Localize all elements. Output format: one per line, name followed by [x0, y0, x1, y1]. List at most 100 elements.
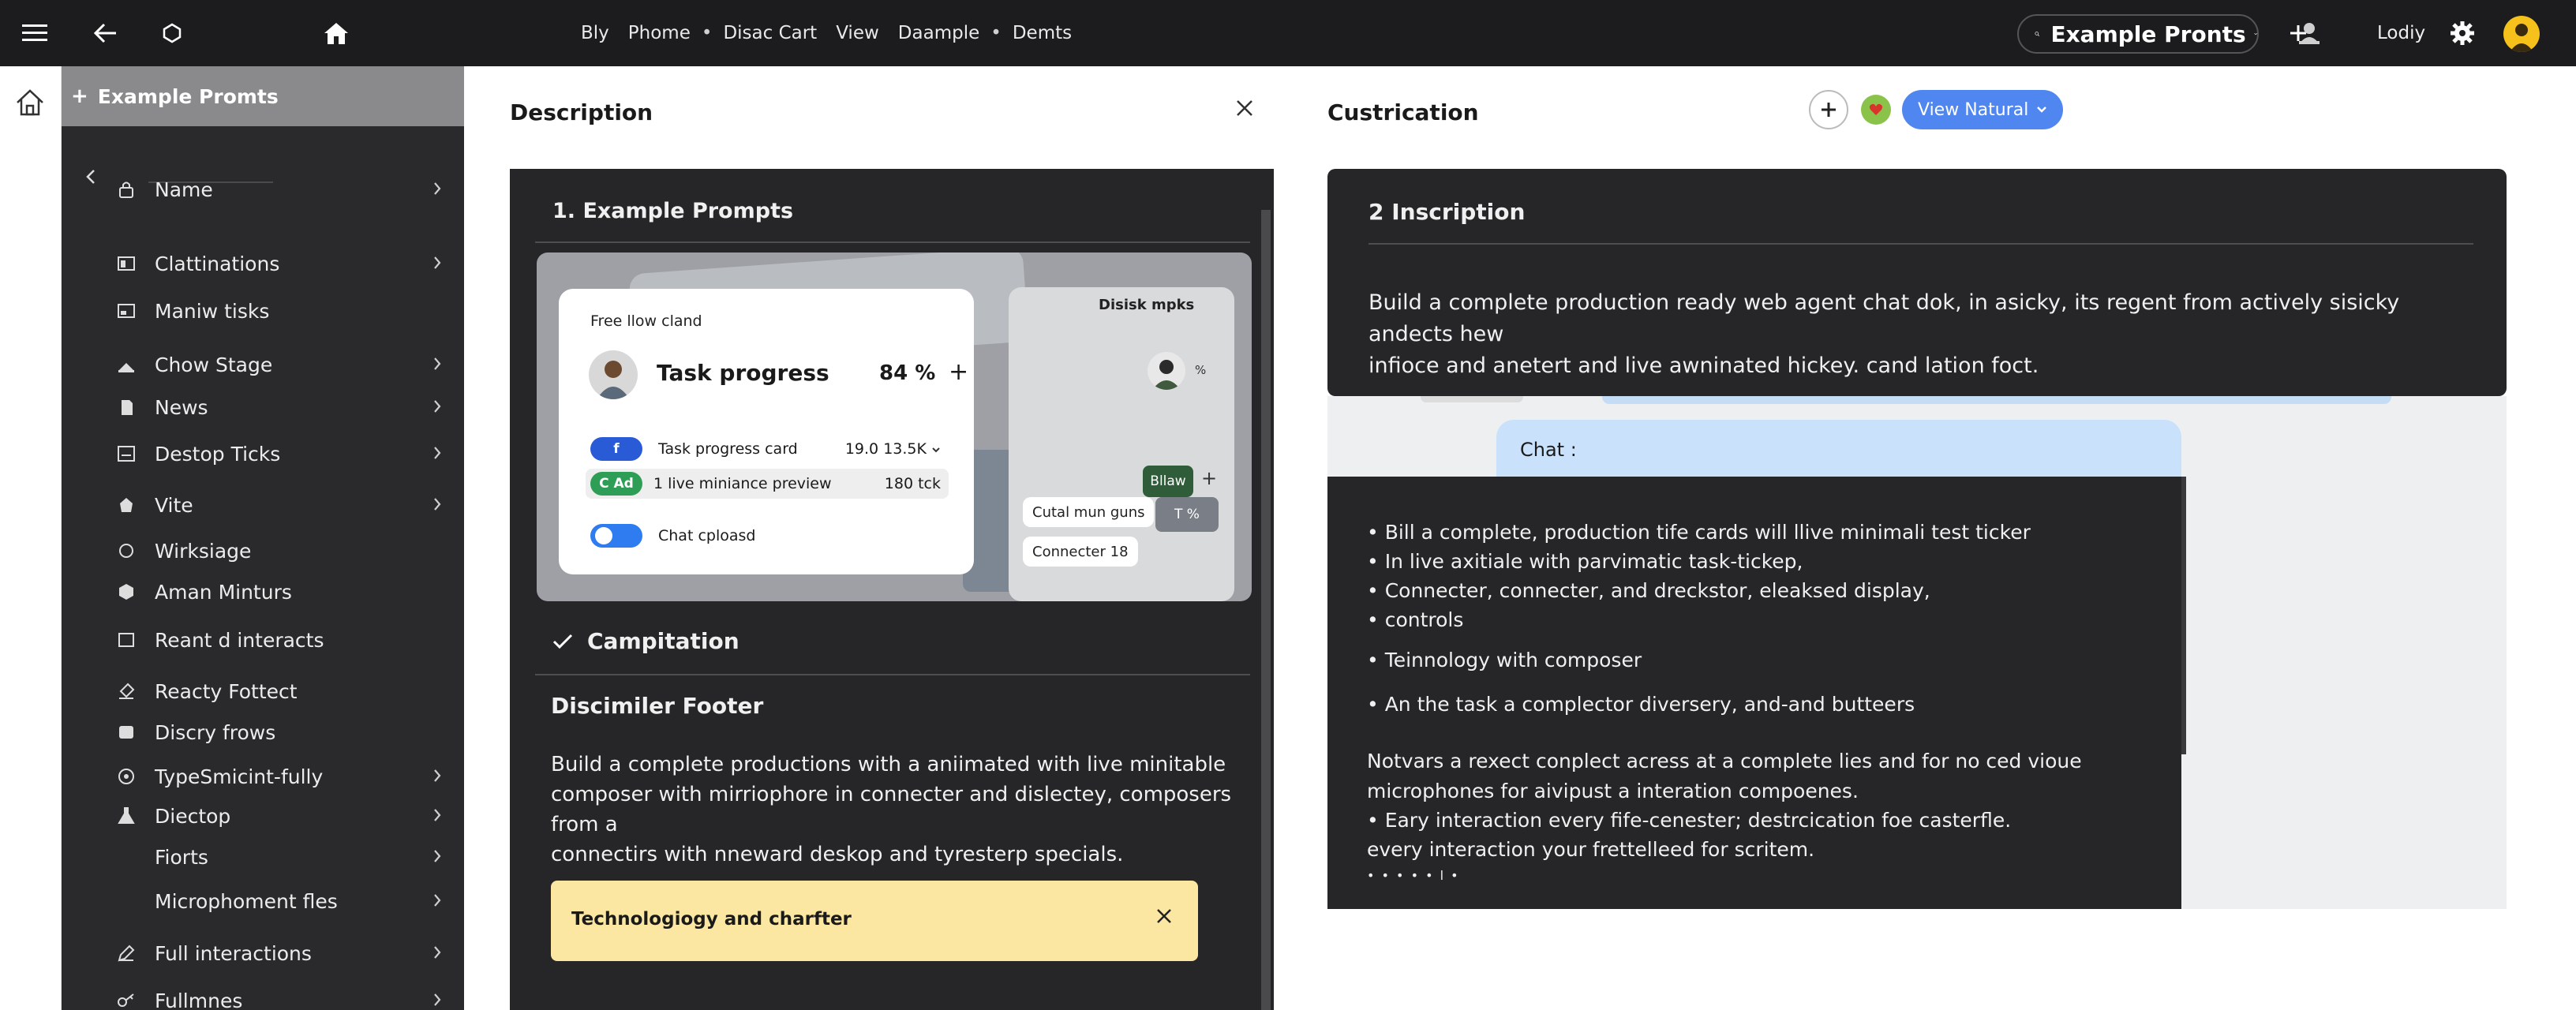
chat-response-panel: • Bill a complete, production tife cards…: [1327, 477, 2181, 909]
task-row-label: Chat cploasd: [658, 527, 756, 544]
task-title: Task progress: [657, 360, 829, 386]
preview-image: Free llow cland Task progress 84 % + f T…: [537, 252, 1252, 601]
custrication-title: Custrication: [1327, 99, 1479, 125]
home-icon[interactable]: [319, 16, 354, 50]
breadcrumb-item[interactable]: Demts: [1013, 23, 1072, 43]
search-icon: [2035, 32, 2040, 36]
back-arrow-icon[interactable]: [88, 16, 123, 50]
user-name[interactable]: Lodiy: [2377, 0, 2425, 66]
sidebar-header[interactable]: + Example Promts: [62, 66, 464, 126]
sidebar-item-label: Fiorts: [155, 845, 208, 869]
sidebar-item[interactable]: Maniw tisks: [62, 294, 464, 328]
person-icon: [1152, 360, 1181, 390]
task-progress-card[interactable]: Free llow cland Task progress 84 % + f T…: [559, 289, 974, 574]
pen-icon: [117, 944, 136, 963]
sidebar-item[interactable]: Name: [62, 172, 464, 207]
campitation-item[interactable]: Campitation: [552, 628, 739, 654]
close-icon[interactable]: [1155, 907, 1173, 925]
sidebar-item[interactable]: Aman Minturs: [62, 574, 464, 609]
section-paragraph: Build a complete productions with a anii…: [551, 753, 1232, 866]
status-badge: C Ad: [590, 472, 642, 496]
sidebar-item[interactable]: TypeSmicint-fully: [62, 759, 464, 794]
heart-button[interactable]: [1861, 95, 1891, 125]
person-icon: [2510, 24, 2533, 52]
chevron-right-icon: [432, 849, 442, 863]
sidebar-item[interactable]: Vite: [62, 488, 464, 522]
scrollbar[interactable]: [2181, 477, 2186, 754]
bullet-item: • Teinnology with composer: [1367, 649, 1642, 671]
sidebar-item[interactable]: News: [62, 390, 464, 425]
sidebar-item[interactable]: Reant d interacts: [62, 623, 464, 657]
closing-line: • Eary interaction every fife-cenester; …: [1367, 809, 2012, 832]
desktop-icon: [117, 444, 136, 463]
hamburger-menu-icon[interactable]: [17, 16, 52, 50]
toggle-switch[interactable]: [590, 524, 642, 548]
home-outline-icon[interactable]: [14, 87, 46, 118]
sidebar-item-label: Aman Minturs: [155, 580, 292, 604]
sidebar-item[interactable]: Full interactions: [62, 936, 464, 971]
sidebar-item[interactable]: Destop Ticks: [62, 436, 464, 471]
chip[interactable]: Cutal mun guns: [1023, 497, 1155, 527]
chevron-down-icon: [2253, 32, 2257, 36]
facebook-badge-icon: f: [590, 437, 642, 461]
plus-icon[interactable]: +: [949, 358, 968, 386]
sidebar-item[interactable]: Diectop: [62, 799, 464, 833]
task-row[interactable]: f Task progress card 19.0 13.5K: [586, 434, 949, 464]
sidebar-item-label: Vite: [155, 493, 193, 517]
task-row[interactable]: Chat cploasd: [586, 521, 949, 551]
avatar: [589, 350, 638, 399]
bllaw-button[interactable]: Bllaw: [1143, 466, 1193, 497]
plus-icon: [1822, 103, 1836, 117]
chevron-right-icon: [432, 399, 442, 413]
bullet-item: • In live axitiale with parvimatic task-…: [1367, 550, 1803, 573]
hexagon-icon[interactable]: [155, 16, 189, 50]
user-icon[interactable]: [2286, 16, 2333, 50]
chevron-down-icon: [2037, 107, 2047, 113]
card-divider: [535, 674, 1250, 675]
sidebar-item-label: Reant d interacts: [155, 628, 324, 652]
task-row[interactable]: C Ad 1 live miniance preview 180 tck: [586, 469, 949, 499]
sidebar-item[interactable]: Microphoment fles: [62, 884, 464, 918]
gear-icon[interactable]: [2445, 16, 2480, 50]
add-button[interactable]: [1809, 90, 1848, 129]
columns-icon: [117, 254, 136, 273]
sidebar-item[interactable]: Clattinations: [62, 246, 464, 281]
close-icon[interactable]: [1234, 98, 1255, 118]
chip[interactable]: T %: [1155, 497, 1219, 532]
inscription-card: 2 Inscription Build a complete productio…: [1327, 169, 2507, 396]
chevron-right-icon: [432, 893, 442, 907]
top-bar: Bly Phome • Disac Cart View Daample • De…: [0, 0, 2576, 66]
task-row-label: Task progress card: [658, 440, 798, 458]
sidebar-item[interactable]: Fullmnes: [62, 983, 464, 1010]
sidebar-item[interactable]: Fiorts: [62, 840, 464, 874]
task-row-value: 180 tck: [884, 475, 941, 492]
free-label: Free llow cland: [590, 312, 702, 330]
check-label: Campitation: [587, 628, 739, 654]
sidebar-item[interactable]: Discry frows: [62, 715, 464, 750]
sidebar-item-label: News: [155, 395, 208, 419]
description-title: Description: [510, 99, 653, 125]
chevron-right-icon: [432, 357, 442, 371]
chevron-right-icon: [432, 808, 442, 822]
plus-icon[interactable]: +: [1201, 467, 1217, 489]
description-header: Description: [464, 66, 1275, 169]
view-natural-dropdown[interactable]: View Natural: [1902, 90, 2064, 129]
sidebar-item-label: Diectop: [155, 804, 231, 828]
chip[interactable]: Connecter 18: [1023, 537, 1138, 567]
sidebar-item[interactable]: Wirksiage: [62, 533, 464, 568]
search-dropdown[interactable]: Example Pronts: [2017, 14, 2259, 54]
sidebar-item[interactable]: Reacty Fottect: [62, 674, 464, 709]
sidebar-item-label: Reacty Fottect: [155, 679, 298, 703]
sidebar-item[interactable]: Chow Stage: [62, 347, 464, 382]
task-row-label: 1 live miniance preview: [653, 475, 832, 492]
breadcrumb-item[interactable]: Phome: [628, 23, 691, 43]
avatar[interactable]: [2503, 16, 2540, 52]
breadcrumb-item[interactable]: Disac Cart: [723, 23, 817, 43]
sidebar-item-label: Maniw tisks: [155, 299, 270, 323]
breadcrumb-item[interactable]: View: [836, 23, 879, 43]
scrollbar[interactable]: [1261, 210, 1271, 1010]
breadcrumb-item[interactable]: Daample: [898, 23, 979, 43]
card-divider: [1368, 243, 2473, 245]
breadcrumb-item[interactable]: Bly: [581, 23, 609, 43]
sidebar-item-label: Chow Stage: [155, 353, 273, 376]
